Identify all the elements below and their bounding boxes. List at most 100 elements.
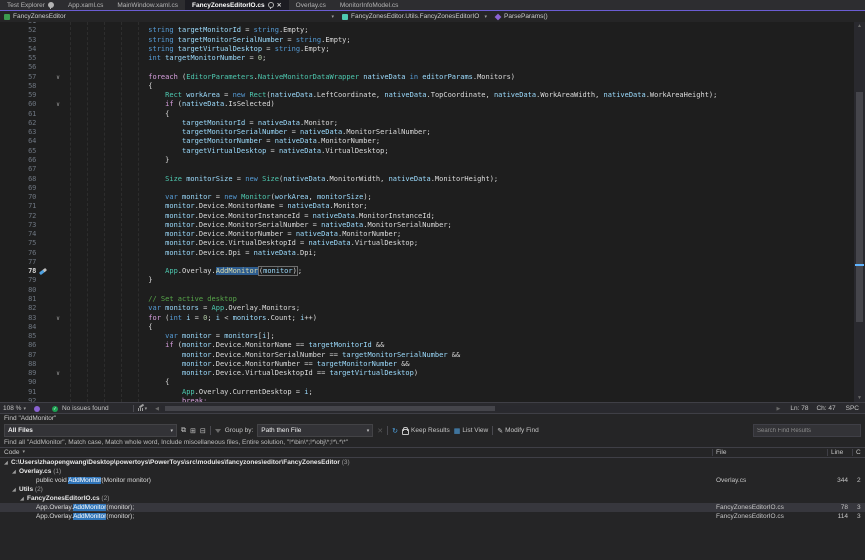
code-line[interactable]: 56	[0, 63, 855, 72]
modify-find-button[interactable]: ✎ Modify Find	[497, 427, 538, 435]
code-line[interactable]: 80	[0, 286, 855, 295]
code-line[interactable]: 53string targetMonitorSerialNumber = str…	[0, 36, 855, 45]
result-group-row[interactable]: ◢C:\Users\zhaopengwang\Desktop\powertoys…	[0, 458, 865, 467]
code-line[interactable]: 52string targetMonitorId = string.Empty;	[0, 26, 855, 35]
type-dropdown[interactable]: FancyZonesEditor.Utils.FancyZonesEditorI…	[338, 11, 491, 22]
code-cleanup-icon[interactable]	[138, 405, 145, 412]
code-line[interactable]: 69	[0, 184, 855, 193]
line-number[interactable]: 71	[0, 202, 36, 211]
tab-overlay-cs[interactable]: Overlay.cs	[289, 0, 333, 10]
code-line[interactable]: 81// Set active desktop	[0, 295, 855, 304]
line-number[interactable]: 57	[0, 73, 36, 82]
code-line[interactable]: 86if (monitor.Device.MonitorName == targ…	[0, 341, 855, 350]
line-number[interactable]: 89	[0, 369, 36, 378]
code-line[interactable]: 85var monitor = monitors[i];	[0, 332, 855, 341]
line-number[interactable]: 59	[0, 91, 36, 100]
line-number[interactable]: 85	[0, 332, 36, 341]
code-line[interactable]: 58{	[0, 82, 855, 91]
tab-test-explorer[interactable]: Test Explorer	[0, 0, 61, 10]
filter-icon[interactable]	[215, 429, 221, 433]
line-number[interactable]: 74	[0, 230, 36, 239]
scroll-up-icon[interactable]: ▲	[854, 22, 865, 30]
line-number[interactable]: 82	[0, 304, 36, 313]
code-line[interactable]: 67	[0, 165, 855, 174]
code-line[interactable]: 75monitor.Device.VirtualDesktopId = nati…	[0, 239, 855, 248]
close-icon[interactable]: ✕	[277, 2, 282, 9]
collapse-all-icon[interactable]: ⊟	[200, 427, 206, 435]
code-line[interactable]: 76monitor.Device.Dpi = nativeData.Dpi;	[0, 249, 855, 258]
expand-all-icon[interactable]: ⊞	[190, 427, 196, 435]
code-line[interactable]: 71monitor.Device.MonitorName = nativeDat…	[0, 202, 855, 211]
fold-chevron-icon[interactable]: ∨	[52, 73, 64, 82]
code-line[interactable]: 57∨foreach (EditorParameters.NativeMonit…	[0, 73, 855, 82]
code-line[interactable]: 74monitor.Device.MonitorNumber = nativeD…	[0, 230, 855, 239]
issues-status[interactable]: No issues found	[62, 405, 109, 412]
line-number[interactable]: 80	[0, 286, 36, 295]
code-line[interactable]: 68Size monitorSize = new Size(nativeData…	[0, 175, 855, 184]
line-number[interactable]: 88	[0, 360, 36, 369]
code-line[interactable]: 59Rect workArea = new Rect(nativeData.Le…	[0, 91, 855, 100]
hscroll-left-icon[interactable]: ◀	[155, 406, 159, 412]
group-by-dropdown[interactable]: Path then File ▾	[257, 424, 373, 437]
line-number[interactable]: 60	[0, 100, 36, 109]
line-number[interactable]: 61	[0, 110, 36, 119]
code-filter-dropdown[interactable]: Code ▾	[4, 448, 25, 457]
line-number[interactable]: 62	[0, 119, 36, 128]
chevron-down-icon[interactable]: ▾	[23, 406, 26, 412]
result-group-row[interactable]: ◢FancyZonesEditorIO.cs (2)	[0, 494, 865, 503]
zoom-level[interactable]: 108 %	[3, 405, 21, 412]
line-number[interactable]: 69	[0, 184, 36, 193]
live-share-icon[interactable]	[34, 406, 40, 412]
code-line[interactable]: 87monitor.Device.MonitorSerialNumber == …	[0, 351, 855, 360]
code-line[interactable]: 62targetMonitorId = nativeData.Monitor;	[0, 119, 855, 128]
fold-chevron-icon[interactable]: ∨	[52, 314, 64, 323]
line-number[interactable]: 55	[0, 54, 36, 63]
code-line[interactable]: 78App.Overlay.AddMonitor(monitor);	[0, 267, 855, 276]
hscroll-right-icon[interactable]: ▶	[777, 406, 781, 412]
code-line[interactable]: 60∨if (nativeData.IsSelected)	[0, 100, 855, 109]
line-number[interactable]: 56	[0, 63, 36, 72]
horizontal-scrollbar[interactable]	[161, 405, 775, 412]
quick-actions-icon[interactable]	[39, 268, 47, 275]
line-number[interactable]: 73	[0, 221, 36, 230]
code-line[interactable]: 79}	[0, 276, 855, 285]
code-line[interactable]: 66}	[0, 156, 855, 165]
copy-icon[interactable]: ⧉	[181, 427, 186, 435]
chevron-down-icon[interactable]: ▾	[145, 406, 148, 412]
line-number[interactable]: 53	[0, 36, 36, 45]
code-line[interactable]: 64targetMonitorNumber = nativeData.Monit…	[0, 137, 855, 146]
result-group-row[interactable]: ◢Overlay.cs (1)	[0, 467, 865, 476]
code-line[interactable]: 82var monitors = App.Overlay.Monitors;	[0, 304, 855, 313]
line-number[interactable]: 86	[0, 341, 36, 350]
code-line[interactable]: 54string targetVirtualDesktop = string.E…	[0, 45, 855, 54]
column-header-col[interactable]: C	[856, 448, 861, 457]
line-number[interactable]: 65	[0, 147, 36, 156]
line-number[interactable]: 81	[0, 295, 36, 304]
refresh-icon[interactable]: ↻	[392, 427, 398, 435]
line-number[interactable]: 64	[0, 137, 36, 146]
line-number[interactable]: 79	[0, 276, 36, 285]
list-view-button[interactable]: ▦ List View	[454, 427, 489, 435]
scrollbar-thumb[interactable]	[856, 92, 863, 322]
code-line[interactable]: 70var monitor = new Monitor(workArea, mo…	[0, 193, 855, 202]
code-line[interactable]: 83∨for (int i = 0; i < monitors.Count; i…	[0, 314, 855, 323]
line-number[interactable]: 58	[0, 82, 36, 91]
code-line[interactable]: 63targetMonitorSerialNumber = nativeData…	[0, 128, 855, 137]
code-line[interactable]: 72monitor.Device.MonitorInstanceId = nat…	[0, 212, 855, 221]
scrollbar-thumb[interactable]	[165, 406, 495, 411]
member-dropdown[interactable]: ParseParams()	[491, 11, 865, 22]
line-number[interactable]: 77	[0, 258, 36, 267]
tab-fancyzoneseditorio-cs[interactable]: FancyZonesEditorIO.cs✕	[185, 0, 289, 10]
tab-mainwindow-xaml-cs[interactable]: MainWindow.xaml.cs	[110, 0, 185, 10]
vertical-scrollbar[interactable]: ▲ ▼	[854, 22, 865, 402]
tab-monitorinfomodel-cs[interactable]: MonitorInfoModel.cs	[333, 0, 406, 10]
keep-results-button[interactable]: Keep Results	[402, 426, 450, 435]
code-line[interactable]: 84{	[0, 323, 855, 332]
line-number[interactable]: 67	[0, 165, 36, 174]
code-editor[interactable]: 5152string targetMonitorId = string.Empt…	[0, 22, 855, 402]
line-number[interactable]: 68	[0, 175, 36, 184]
line-number[interactable]: 54	[0, 45, 36, 54]
code-line[interactable]: 77	[0, 258, 855, 267]
line-number[interactable]: 83	[0, 314, 36, 323]
code-line[interactable]: 65targetVirtualDesktop = nativeData.Virt…	[0, 147, 855, 156]
